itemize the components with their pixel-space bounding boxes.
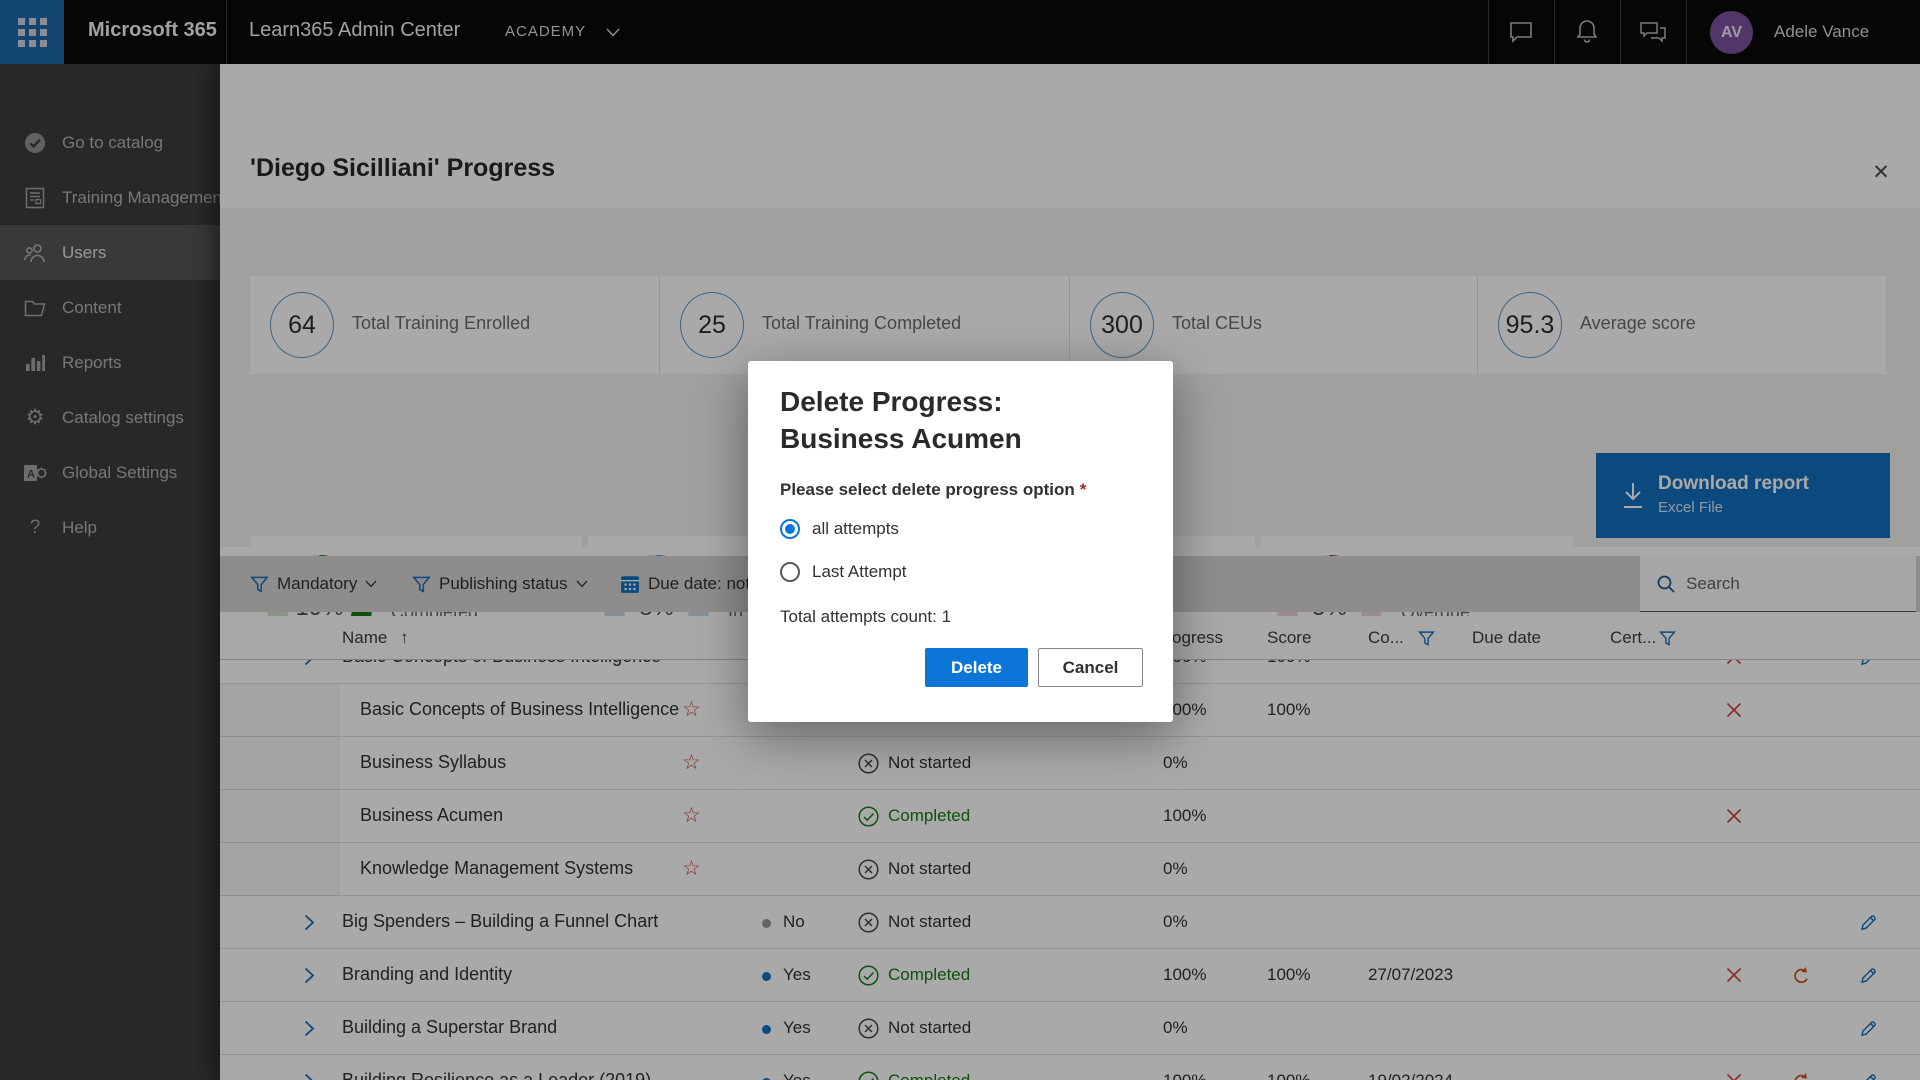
- radio-unselected-icon: [780, 562, 800, 582]
- cancel-button[interactable]: Cancel: [1038, 648, 1143, 687]
- required-asterisk: *: [1080, 480, 1087, 499]
- radio-selected-icon: [780, 519, 800, 539]
- radio-all-attempts[interactable]: all attempts: [780, 519, 899, 539]
- dialog-prompt: Please select delete progress option*: [780, 480, 1086, 500]
- dialog-title: Delete Progress: Business Acumen: [780, 383, 1110, 457]
- delete-button[interactable]: Delete: [925, 648, 1028, 687]
- delete-progress-dialog: Delete Progress: Business Acumen Please …: [748, 361, 1173, 722]
- radio-last-attempt[interactable]: Last Attempt: [780, 562, 907, 582]
- attempts-count-note: Total attempts count: 1: [780, 607, 951, 627]
